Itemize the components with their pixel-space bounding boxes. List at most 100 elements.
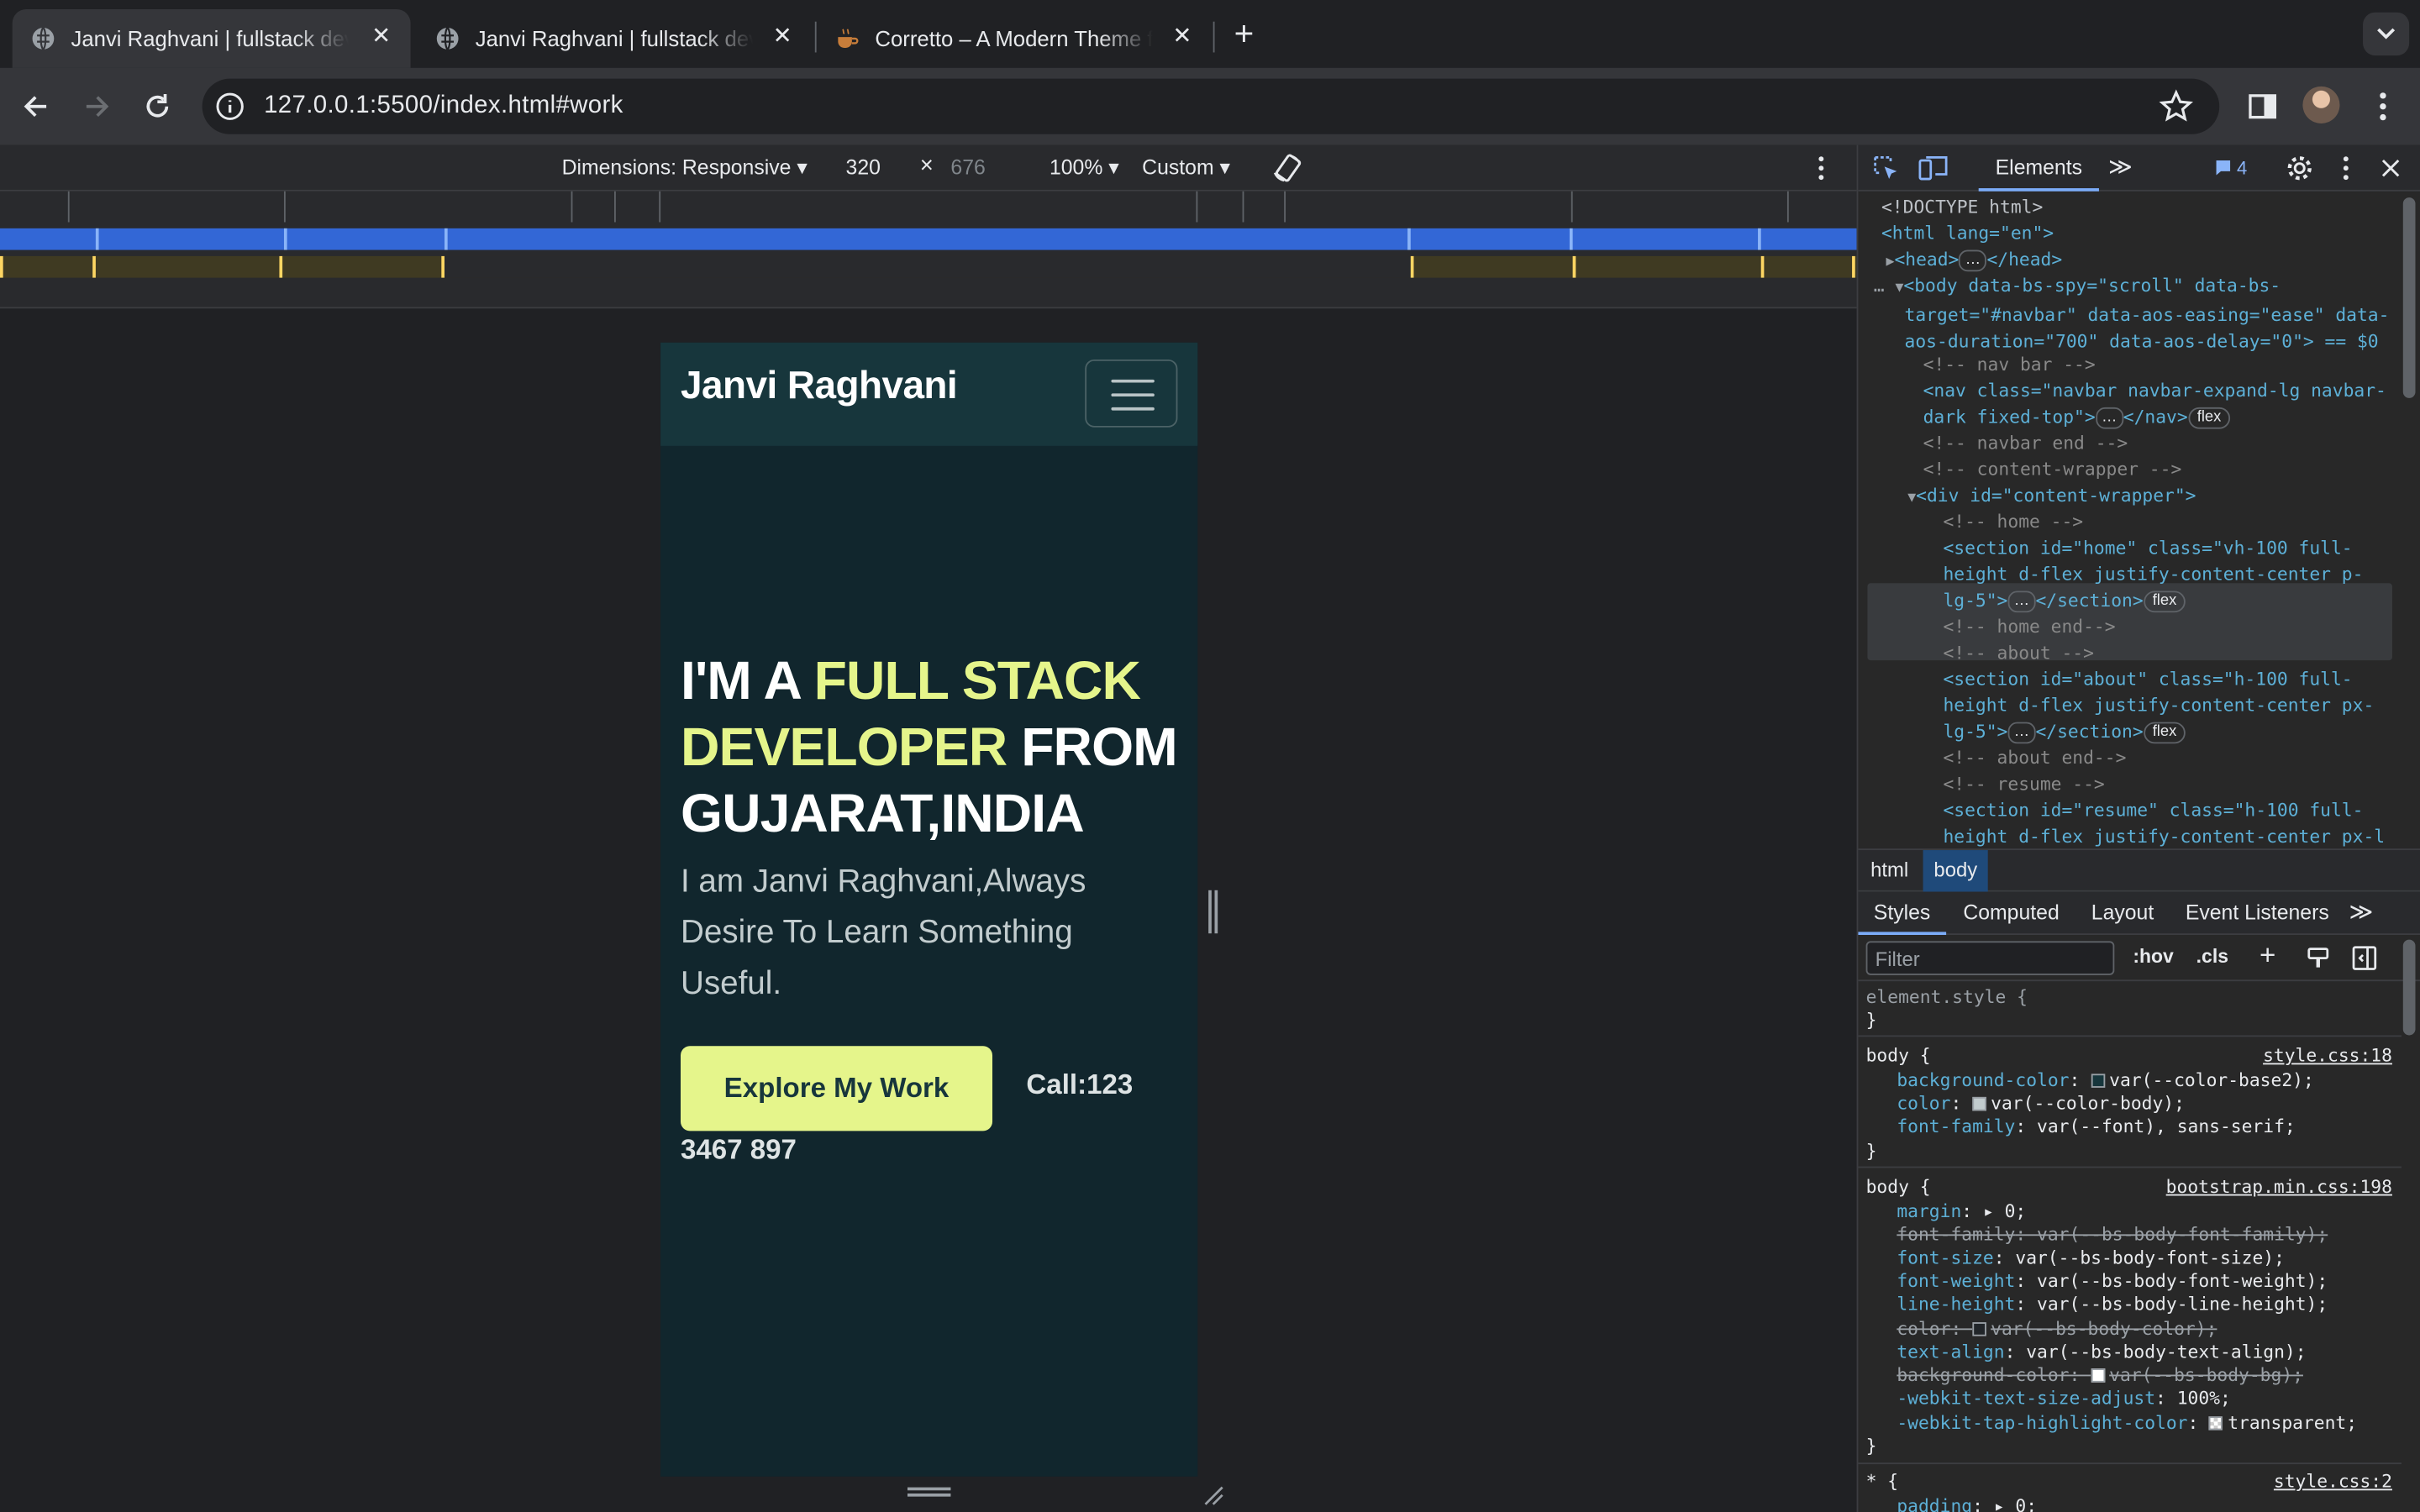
more-vertical-icon[interactable] <box>2335 155 2357 182</box>
plus-icon[interactable]: + <box>1227 16 1260 52</box>
dom-node[interactable]: <html lang="en"> <box>1881 221 2054 247</box>
css-declaration[interactable]: margin: ▸ 0; <box>1897 1200 2026 1224</box>
device-toggle-icon[interactable] <box>1918 155 1949 182</box>
dom-node-nav[interactable]: <nav class="navbar navbar-expand-lg navb… <box>1907 378 2398 430</box>
explore-work-button[interactable]: Explore My Work <box>681 1046 993 1131</box>
address-bar[interactable]: 127.0.0.1:5500/index.html#work <box>202 78 2220 134</box>
css-declaration[interactable]: text-align: var(--bs-body-text-align); <box>1897 1341 2306 1364</box>
zoom-dropdown[interactable]: 100% ▾ <box>1050 156 1119 181</box>
color-swatch[interactable] <box>2209 1416 2223 1431</box>
max-width-media-query-bar[interactable] <box>0 228 1857 250</box>
info-icon[interactable] <box>214 91 245 122</box>
tab-elements[interactable]: Elements <box>1978 145 2099 192</box>
dom-comment[interactable]: <!-- resume --> <box>1943 771 2104 797</box>
call-link[interactable]: Call:123 <box>1026 1069 1133 1102</box>
sidebar-toggle-icon[interactable] <box>2350 944 2378 972</box>
css-source-link[interactable]: style.css:2 <box>2274 1470 2392 1494</box>
tab-search-button[interactable] <box>2363 12 2410 56</box>
css-declaration-overridden[interactable]: font-family: var(--bs-body-font-family); <box>1897 1224 2328 1247</box>
dom-node-section-home[interactable]: <section id="home" class="vh-100 full-he… <box>1928 535 2391 614</box>
side-panel-icon[interactable] <box>2245 90 2279 123</box>
styles-filter-input[interactable]: Filter <box>1865 941 2115 975</box>
browser-tab-1[interactable]: Janvi Raghvani | fullstack developer ✕ <box>12 9 411 68</box>
call-link-continued[interactable]: 3467 897 <box>681 1134 797 1167</box>
ellipsis-badge[interactable]: … <box>2007 722 2036 744</box>
resize-handle-bottom[interactable] <box>908 1487 951 1497</box>
css-declaration[interactable]: background-color: var(--color-base2); <box>1897 1069 2313 1093</box>
breadcrumb-body[interactable]: body <box>1923 850 1989 892</box>
more-tabs-icon[interactable]: ≫ <box>2349 898 2374 926</box>
tab-layout[interactable]: Layout <box>2091 901 2154 925</box>
avatar[interactable] <box>2302 86 2340 123</box>
styles-scrollbar[interactable] <box>2402 939 2416 1036</box>
ellipsis-badge[interactable]: … <box>2095 407 2123 429</box>
dom-comment[interactable]: <!-- about end--> <box>1943 745 2126 771</box>
css-declaration[interactable]: font-weight: var(--bs-body-font-weight); <box>1897 1270 2328 1294</box>
css-declaration[interactable]: padding: ▸ 0; <box>1897 1495 2037 1512</box>
hov-toggle[interactable]: :hov <box>2133 946 2173 968</box>
dom-comment[interactable]: <!-- home end--> <box>1943 614 2115 640</box>
close-icon[interactable] <box>2378 156 2402 181</box>
resize-corner-icon[interactable] <box>1202 1484 1224 1506</box>
site-brand[interactable]: Janvi Raghvani <box>681 364 958 408</box>
resize-handle-right[interactable] <box>1208 890 1218 934</box>
star-icon[interactable] <box>2159 89 2194 123</box>
dom-node[interactable]: <!DOCTYPE html> <box>1881 194 2043 220</box>
tab-event-listeners[interactable]: Event Listeners <box>2186 901 2329 925</box>
plus-icon[interactable]: + <box>2260 940 2275 973</box>
gear-icon[interactable] <box>2286 155 2313 182</box>
dom-scrollbar[interactable] <box>2402 197 2416 398</box>
css-declaration[interactable]: font-size: var(--bs-body-font-size); <box>1897 1247 2285 1270</box>
close-tab-icon[interactable]: ✕ <box>367 24 395 51</box>
dom-node-section-resume[interactable]: <section id="resume" class="h-100 full-h… <box>1928 798 2391 849</box>
css-declaration[interactable]: color: var(--color-body); <box>1897 1092 2185 1116</box>
back-button[interactable] <box>15 85 58 128</box>
cls-toggle[interactable]: .cls <box>2196 946 2228 968</box>
width-input[interactable]: 320 <box>846 156 881 180</box>
browser-tab-3[interactable]: Corretto – A Modern Theme for ✕ <box>817 9 1212 68</box>
navbar-toggler-button[interactable] <box>1085 359 1178 428</box>
color-swatch[interactable] <box>2091 1368 2105 1383</box>
paint-brush-icon[interactable] <box>2306 946 2330 970</box>
rotate-icon[interactable] <box>1270 151 1304 185</box>
css-selector[interactable]: body { <box>1866 1044 1931 1068</box>
flex-badge[interactable]: flex <box>2143 722 2186 744</box>
tab-computed[interactable]: Computed <box>1963 901 2059 925</box>
url-text[interactable]: 127.0.0.1:5500/index.html#work <box>264 92 623 120</box>
more-vertical-icon[interactable] <box>1809 155 1833 182</box>
forward-button[interactable] <box>74 85 117 128</box>
dom-comment[interactable]: <!-- nav bar --> <box>1923 352 2096 378</box>
flex-badge[interactable]: flex <box>2187 407 2231 429</box>
dom-comment[interactable]: <!-- navbar end --> <box>1923 430 2128 456</box>
color-swatch[interactable] <box>2091 1074 2105 1088</box>
color-swatch[interactable] <box>1972 1322 1986 1336</box>
css-declaration-overridden[interactable]: color: var(--bs-body-color); <box>1897 1318 2217 1341</box>
throttle-dropdown[interactable]: Custom ▾ <box>1142 156 1230 181</box>
breadcrumb-html[interactable]: html <box>1870 858 1908 881</box>
min-width-media-query-bar[interactable] <box>0 255 1857 278</box>
close-tab-icon[interactable]: ✕ <box>1168 24 1196 51</box>
color-swatch[interactable] <box>1972 1096 1986 1111</box>
height-input[interactable]: 676 <box>950 156 985 180</box>
dom-comment[interactable]: <!-- home --> <box>1943 509 2083 535</box>
ellipsis-badge[interactable]: … <box>2007 591 2036 613</box>
dom-node[interactable]: ▶<head>… </head> <box>1886 247 2062 276</box>
issues-badge[interactable]: 4 <box>2215 157 2247 179</box>
close-tab-icon[interactable]: ✕ <box>769 24 797 51</box>
dom-comment[interactable]: <!-- content-wrapper --> <box>1923 457 2182 483</box>
inspect-icon[interactable] <box>1872 155 1900 182</box>
css-selector[interactable]: element.style { <box>1866 986 2028 1010</box>
dom-comment[interactable]: <!-- about --> <box>1943 640 2094 666</box>
css-selector[interactable]: * { <box>1866 1470 1898 1494</box>
browser-tab-2[interactable]: Janvi Raghvani | fullstack developer ✕ <box>417 9 812 68</box>
css-source-link[interactable]: bootstrap.min.css:198 <box>2166 1176 2392 1200</box>
dom-node-section-about[interactable]: <section id="about" class="h-100 full-he… <box>1928 666 2391 745</box>
css-selector[interactable]: body { <box>1866 1176 1931 1200</box>
css-declaration-overridden[interactable]: background-color: var(--bs-body-bg); <box>1897 1364 2303 1388</box>
dimensions-dropdown[interactable]: Dimensions: Responsive ▾ <box>562 156 808 181</box>
css-declaration[interactable]: line-height: var(--bs-body-line-height); <box>1897 1293 2328 1316</box>
css-source-link[interactable]: style.css:18 <box>2263 1044 2392 1068</box>
ellipsis-badge[interactable]: … <box>1959 249 1987 272</box>
css-declaration[interactable]: font-family: var(--font), sans-serif; <box>1897 1116 2295 1139</box>
css-declaration[interactable]: -webkit-text-size-adjust: 100%; <box>1897 1387 2230 1410</box>
